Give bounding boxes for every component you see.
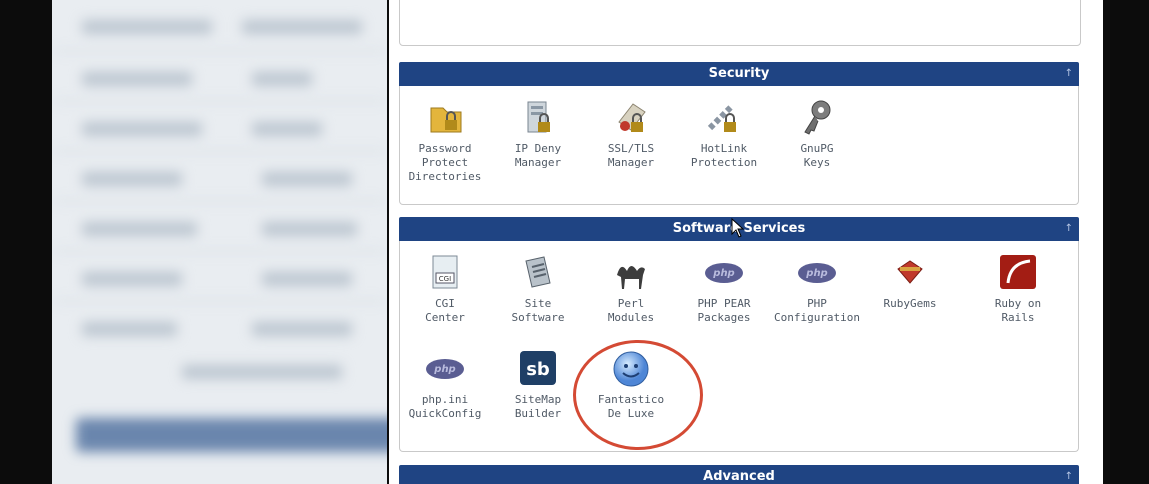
- php-configuration[interactable]: php PHP Configuration: [772, 253, 862, 325]
- item-label: Perl Modules: [607, 297, 655, 324]
- ssl-tls-manager[interactable]: SSL/TLS Manager: [586, 98, 676, 170]
- certificate-lock-icon: [611, 98, 651, 138]
- site-software-icon: [518, 253, 558, 293]
- gnupg-keys[interactable]: GnuPG Keys: [772, 98, 862, 170]
- collapse-arrow-icon[interactable]: ↑: [1065, 62, 1073, 86]
- password-protect-directories[interactable]: Password Protect Directories: [400, 98, 490, 184]
- security-section: Security ↑ Password Protect Directories …: [399, 62, 1079, 205]
- security-title: Security: [708, 66, 770, 81]
- item-label: Password Protect Directories: [408, 142, 482, 183]
- server-lock-icon: [518, 98, 558, 138]
- item-label: SSL/TLS Manager: [607, 142, 655, 169]
- previous-section-box: [399, 0, 1081, 46]
- item-label: IP Deny Manager: [514, 142, 562, 169]
- rubygems[interactable]: RubyGems: [865, 253, 955, 311]
- item-label: CGI Center: [425, 297, 465, 324]
- item-label: RubyGems: [883, 297, 937, 310]
- collapse-arrow-icon[interactable]: ↑: [1065, 465, 1073, 484]
- php-text: php: [798, 263, 836, 283]
- mouse-cursor-icon: [731, 218, 745, 238]
- software-services-section: Software Services ↑ CGI CGI Center Site …: [399, 217, 1079, 452]
- main-panel: Security ↑ Password Protect Directories …: [389, 0, 1103, 484]
- item-label: php.ini QuickConfig: [408, 393, 482, 420]
- php-icon: php: [425, 349, 465, 389]
- php-icon: php: [704, 253, 744, 293]
- ip-deny-manager[interactable]: IP Deny Manager: [493, 98, 583, 170]
- item-label: PHP PEAR Packages: [697, 297, 751, 324]
- perl-modules[interactable]: Perl Modules: [586, 253, 676, 325]
- item-label: HotLink Protection: [690, 142, 758, 169]
- blurred-sidebar: [52, 0, 387, 484]
- chain-lock-icon: [704, 98, 744, 138]
- item-label: PHP Configuration: [773, 297, 861, 324]
- advanced-title: Advanced: [703, 469, 775, 484]
- sitemap-builder[interactable]: sb SiteMap Builder: [493, 349, 583, 421]
- rails-icon: [998, 253, 1038, 293]
- sb-icon: sb: [518, 349, 558, 389]
- item-label: Site Software: [511, 297, 565, 324]
- advanced-header[interactable]: Advanced ↑: [399, 465, 1079, 484]
- site-software[interactable]: Site Software: [493, 253, 583, 325]
- php-text: php: [426, 359, 464, 379]
- php-ini-quickconfig[interactable]: php php.ini QuickConfig: [400, 349, 490, 421]
- item-label: SiteMap Builder: [514, 393, 562, 420]
- collapse-arrow-icon[interactable]: ↑: [1065, 217, 1073, 241]
- camel-icon: [611, 253, 651, 293]
- hotlink-protection[interactable]: HotLink Protection: [679, 98, 769, 170]
- cgi-text: CGI: [439, 275, 451, 283]
- ruby-gem-icon: [890, 253, 930, 293]
- php-text: php: [705, 263, 743, 283]
- item-label: GnuPG Keys: [800, 142, 834, 169]
- security-header[interactable]: Security ↑: [399, 62, 1079, 86]
- php-pear-packages[interactable]: php PHP PEAR Packages: [679, 253, 769, 325]
- highlight-ring: [573, 340, 703, 450]
- cgi-document-icon: CGI: [425, 253, 465, 293]
- advanced-section: Advanced ↑: [399, 465, 1079, 484]
- folder-lock-icon: [425, 98, 465, 138]
- ruby-on-rails[interactable]: Ruby on Rails: [973, 253, 1063, 325]
- sb-text: sb: [526, 359, 550, 380]
- key-icon: [797, 98, 837, 138]
- php-icon: php: [797, 253, 837, 293]
- item-label: Ruby on Rails: [994, 297, 1042, 324]
- cgi-center[interactable]: CGI CGI Center: [400, 253, 490, 325]
